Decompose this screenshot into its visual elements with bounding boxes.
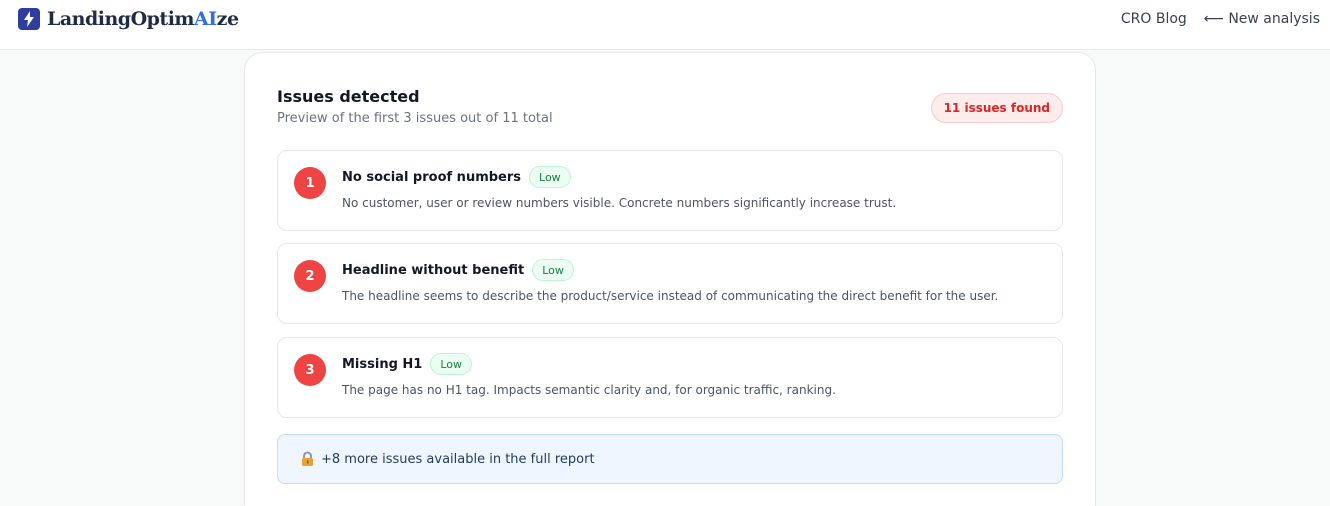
issue-description: No customer, user or review numbers visi…	[342, 196, 897, 210]
issue-number: 3	[294, 354, 326, 386]
nav-new-analysis-link[interactable]: ⟵ New analysis	[1204, 11, 1320, 27]
issues-title: Issues detected	[277, 87, 420, 106]
top-bar: LandingOptimAIze CRO Blog ⟵ New analysis	[0, 0, 1330, 50]
more-issues-banner[interactable]: +8 more issues available in the full rep…	[277, 434, 1063, 484]
issue-title: Missing H1	[342, 356, 423, 372]
brand-name-ai: AI	[194, 8, 217, 30]
issue-item: 3 Missing H1 Low The page has no H1 tag.…	[277, 337, 1063, 418]
issue-header: Headline without benefit Low	[342, 259, 574, 281]
issues-card: Issues detected Preview of the first 3 i…	[244, 52, 1096, 506]
lock-icon	[300, 451, 315, 467]
more-issues-text: +8 more issues available in the full rep…	[321, 451, 595, 467]
severity-badge: Low	[529, 166, 571, 188]
issue-description: The page has no H1 tag. Impacts semantic…	[342, 383, 836, 397]
issue-item: 1 No social proof numbers Low No custome…	[277, 150, 1063, 231]
issue-header: Missing H1 Low	[342, 353, 473, 375]
top-nav: CRO Blog ⟵ New analysis	[1121, 11, 1320, 27]
issue-number: 2	[294, 260, 326, 292]
issue-item: 2 Headline without benefit Low The headl…	[277, 243, 1063, 324]
issue-number: 1	[294, 167, 326, 199]
issue-description: The headline seems to describe the produ…	[342, 289, 999, 303]
brand-name-prefix: LandingOptim	[47, 8, 195, 30]
issue-header: No social proof numbers Low	[342, 166, 571, 188]
issue-count-badge: 11 issues found	[930, 93, 1063, 123]
severity-badge: Low	[532, 259, 574, 281]
severity-badge: Low	[430, 353, 473, 375]
lightning-bolt-icon	[18, 8, 40, 30]
issues-subtitle: Preview of the first 3 issues out of 11 …	[277, 111, 553, 126]
issue-title: No social proof numbers	[342, 169, 522, 185]
brand-name-suffix: ze	[216, 8, 239, 30]
brand-logo[interactable]: LandingOptimAIze	[18, 8, 239, 30]
nav-cro-blog-link[interactable]: CRO Blog	[1121, 11, 1187, 27]
brand-name: LandingOptimAIze	[47, 8, 239, 30]
issue-title: Headline without benefit	[342, 262, 525, 278]
